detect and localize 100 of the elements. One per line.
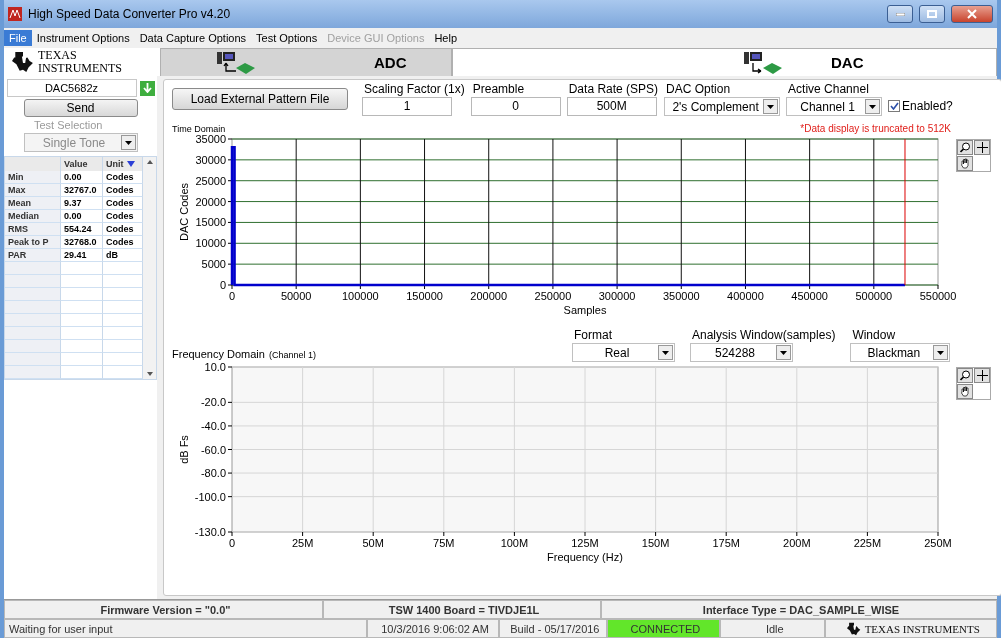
cursor-crosshair-icon[interactable] <box>974 140 990 155</box>
x-tick-label: 250000 <box>534 290 572 302</box>
tab[interactable]: ADC <box>160 48 452 76</box>
table-cell: 32767.0 <box>61 184 103 197</box>
status-info: Interface Type = DAC_SAMPLE_WISE <box>601 600 997 619</box>
x-tick-label: 50M <box>362 537 384 549</box>
field-label: Window <box>851 328 897 342</box>
input-field[interactable]: 1 <box>362 97 452 116</box>
y-tick-label: 5000 <box>201 258 226 271</box>
menu-item[interactable]: Help <box>429 30 463 46</box>
load-pattern-button[interactable]: Load External Pattern File <box>172 88 348 110</box>
dropdown-arrow-icon <box>869 104 877 109</box>
y-tick-label: 10.0 <box>204 362 226 373</box>
close-button[interactable] <box>951 5 993 23</box>
field-label: Analysis Window(samples) <box>691 328 836 342</box>
option-dropdown[interactable]: Channel 1 <box>786 97 883 116</box>
y-tick-label: -40.0 <box>200 419 226 432</box>
table-cell: dB <box>103 249 143 262</box>
column-header[interactable]: Value <box>61 157 103 171</box>
field-label: Data Rate (SPS) <box>567 82 659 96</box>
pan-hand-icon[interactable] <box>957 156 973 171</box>
y-tick-label: 0 <box>219 279 226 291</box>
table-cell: 9.37 <box>61 197 103 210</box>
x-tick-label: 0 <box>228 537 236 549</box>
row-label: Peak to P <box>5 236 61 249</box>
x-tick-label: 0 <box>228 290 236 302</box>
y-tick-label: -80.0 <box>200 467 226 480</box>
y-axis-title: dB Fs <box>178 435 190 464</box>
window-title: High Speed Data Converter Pro v4.20 <box>28 7 232 21</box>
y-tick-label: 15000 <box>195 216 226 229</box>
maximize-button[interactable] <box>919 5 945 23</box>
field-label: Preamble <box>471 82 526 96</box>
menu-item[interactable]: Instrument Options <box>31 30 135 46</box>
menu-item[interactable]: File <box>4 30 32 46</box>
table-cell: 32768.0 <box>61 236 103 249</box>
cursor-crosshair-icon[interactable] <box>974 368 990 383</box>
pan-hand-icon[interactable] <box>957 384 973 399</box>
download-arrow-button[interactable] <box>139 80 155 96</box>
section-title: Frequency Domain <box>172 348 265 360</box>
table-cell: 0.00 <box>61 210 103 223</box>
field-label: Format <box>573 328 613 342</box>
y-tick-label: 20000 <box>195 195 226 208</box>
maximize-icon <box>927 10 937 18</box>
dropdown-arrow-icon <box>937 350 945 355</box>
x-tick-label: 200M <box>783 537 811 549</box>
footer-logo-text: TEXAS INSTRUMENTS <box>864 622 980 635</box>
table-cell: Codes <box>103 210 143 223</box>
x-tick-label: 300000 <box>598 290 636 302</box>
row-label: Max <box>5 184 61 197</box>
state-label: Idle <box>720 619 826 638</box>
table-cell: Codes <box>103 184 143 197</box>
computer-board-upload-icon <box>216 50 256 75</box>
table-cell: 29.41 <box>61 249 103 262</box>
scroll-up-icon[interactable] <box>146 160 153 164</box>
dropdown-arrow-icon <box>767 104 775 109</box>
x-tick-label: 150M <box>641 537 670 549</box>
row-label: PAR <box>5 249 61 262</box>
x-tick-label: 25M <box>291 537 314 549</box>
ti-logo-icon <box>846 621 861 636</box>
option-dropdown[interactable]: 2's Complement <box>664 97 781 116</box>
y-tick-label: 10000 <box>195 237 226 250</box>
field-label: DAC Option <box>665 82 732 96</box>
x-tick-label: 350000 <box>662 290 700 302</box>
x-tick-label: 175M <box>712 537 740 549</box>
menu-item[interactable]: Data Capture Options <box>134 30 252 46</box>
tab[interactable]: DAC <box>452 48 997 76</box>
dropdown-arrow-icon <box>124 140 132 145</box>
row-label: RMS <box>5 223 61 236</box>
y-tick-label: -100.0 <box>194 490 226 503</box>
connection-indicator: CONNECTED <box>606 619 721 638</box>
row-label: Mean <box>5 197 61 210</box>
app-icon <box>8 7 22 21</box>
sort-icon[interactable] <box>126 161 135 167</box>
field-label: Active Channel <box>787 82 870 96</box>
input-field[interactable]: 500M <box>566 97 657 116</box>
option-dropdown[interactable]: 524288 <box>690 343 793 362</box>
zoom-icon[interactable] <box>957 368 973 383</box>
dropdown-arrow-icon <box>780 350 787 355</box>
close-icon <box>967 9 977 19</box>
option-dropdown[interactable]: Blackman <box>850 343 951 362</box>
x-tick-label: 50000 <box>280 290 312 302</box>
y-tick-label: -130.0 <box>194 526 226 538</box>
x-tick-label: 500000 <box>855 290 893 302</box>
option-dropdown[interactable]: Real <box>572 343 675 362</box>
zoom-icon[interactable] <box>957 140 973 155</box>
x-tick-label: 200000 <box>470 290 508 302</box>
section-title: Time Domain <box>172 124 226 134</box>
minimize-button[interactable] <box>887 5 913 23</box>
menu-item[interactable]: Test Options <box>251 30 323 46</box>
scroll-down-icon[interactable] <box>146 372 153 376</box>
send-button[interactable]: Send <box>23 99 138 117</box>
device-field[interactable]: DAC5682z <box>6 79 137 97</box>
table-cell: Codes <box>103 197 143 210</box>
input-field[interactable]: 0 <box>470 97 561 116</box>
status-time: 10/3/2016 9:06:02 AM <box>366 619 500 638</box>
y-tick-label: 30000 <box>195 153 226 166</box>
build-label: Build - 05/17/2016 <box>499 619 607 638</box>
truncation-note: *Data display is truncated to 512K <box>800 123 951 134</box>
table-cell: 0.00 <box>61 171 103 184</box>
enabled-checkbox[interactable] <box>888 100 901 112</box>
